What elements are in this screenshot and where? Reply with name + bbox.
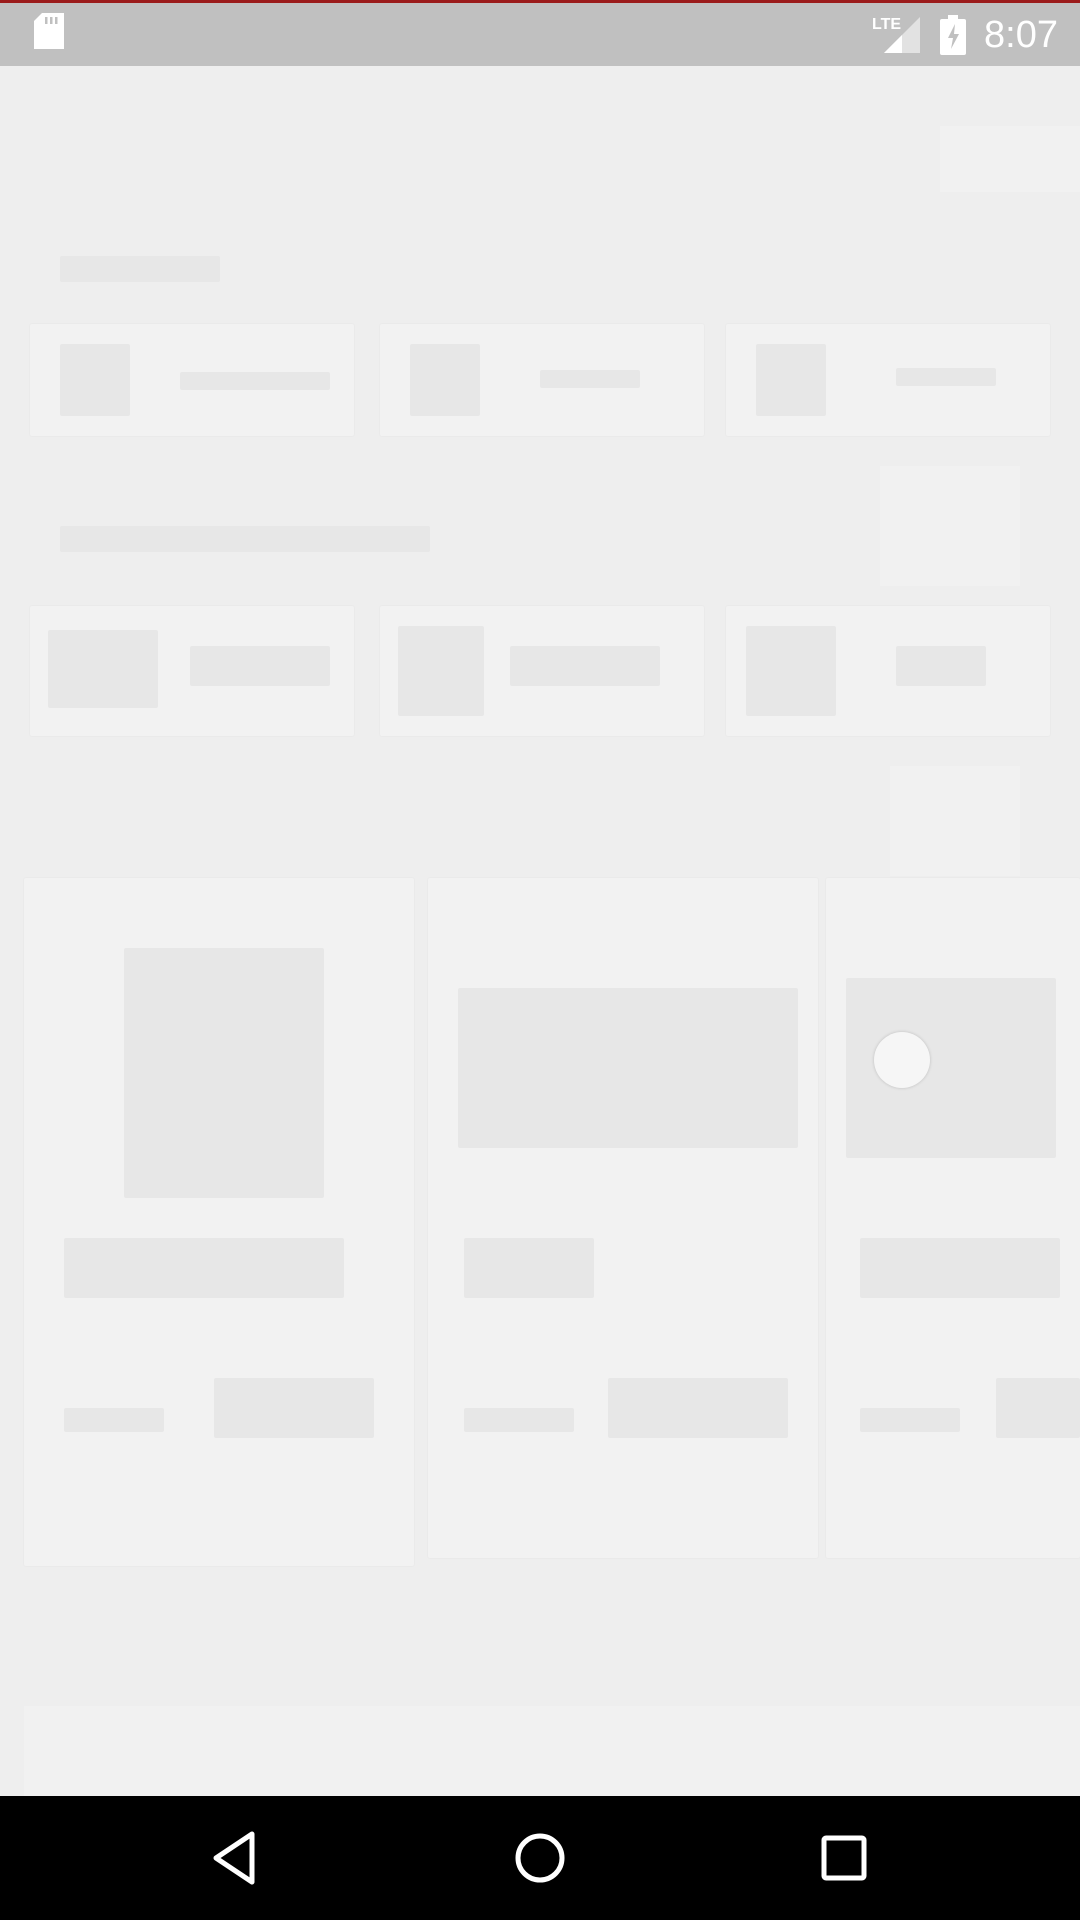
category-label-placeholder xyxy=(540,370,640,388)
category-card[interactable] xyxy=(30,324,354,436)
clock-time: 8:07 xyxy=(984,13,1058,56)
home-icon[interactable] xyxy=(508,1826,572,1890)
product-price-placeholder xyxy=(996,1378,1080,1438)
category-label-placeholder xyxy=(896,646,986,686)
product-card[interactable] xyxy=(24,878,414,1566)
header-action-placeholder[interactable] xyxy=(940,126,1080,192)
navigation-bar xyxy=(0,1796,1080,1920)
faded-content-area xyxy=(0,66,1080,1796)
lte-signal-icon: LTE xyxy=(872,16,921,53)
product-price-placeholder xyxy=(608,1378,788,1438)
status-bar: LTE 8:07 xyxy=(0,3,1080,66)
category-image-placeholder xyxy=(48,630,158,708)
product-price-placeholder xyxy=(214,1378,374,1438)
section-title-placeholder xyxy=(60,526,430,552)
product-image-placeholder xyxy=(124,948,324,1198)
category-card[interactable] xyxy=(726,324,1050,436)
category-image-placeholder xyxy=(410,344,480,416)
product-title-placeholder xyxy=(860,1238,1060,1298)
section-action-placeholder[interactable] xyxy=(890,766,1020,876)
product-image-placeholder xyxy=(458,988,798,1148)
product-meta-placeholder xyxy=(64,1408,164,1432)
category-label-placeholder xyxy=(510,646,660,686)
category-image-placeholder xyxy=(398,626,484,716)
back-icon[interactable] xyxy=(204,1826,268,1890)
category-card[interactable] xyxy=(726,606,1050,736)
category-card[interactable] xyxy=(380,606,704,736)
category-label-placeholder xyxy=(180,372,330,390)
section-title-placeholder xyxy=(60,256,220,282)
section-action-placeholder[interactable] xyxy=(880,466,1020,586)
battery-charging-icon xyxy=(940,15,967,55)
category-image-placeholder xyxy=(60,344,130,416)
category-label-placeholder xyxy=(190,646,330,686)
category-label-placeholder xyxy=(896,368,996,386)
product-meta-placeholder xyxy=(860,1408,960,1432)
product-title-placeholder xyxy=(64,1238,344,1298)
category-image-placeholder xyxy=(746,626,836,716)
category-card[interactable] xyxy=(380,324,704,436)
product-title-placeholder xyxy=(464,1238,594,1298)
loading-spinner xyxy=(874,1032,930,1088)
product-card[interactable] xyxy=(428,878,818,1558)
bottom-section-placeholder xyxy=(24,1706,1080,1796)
product-meta-placeholder xyxy=(464,1408,574,1432)
sd-card-icon xyxy=(34,13,64,49)
category-card[interactable] xyxy=(30,606,354,736)
recents-icon[interactable] xyxy=(812,1826,876,1890)
svg-text:LTE: LTE xyxy=(872,16,901,33)
category-image-placeholder xyxy=(756,344,826,416)
product-card[interactable] xyxy=(826,878,1080,1558)
